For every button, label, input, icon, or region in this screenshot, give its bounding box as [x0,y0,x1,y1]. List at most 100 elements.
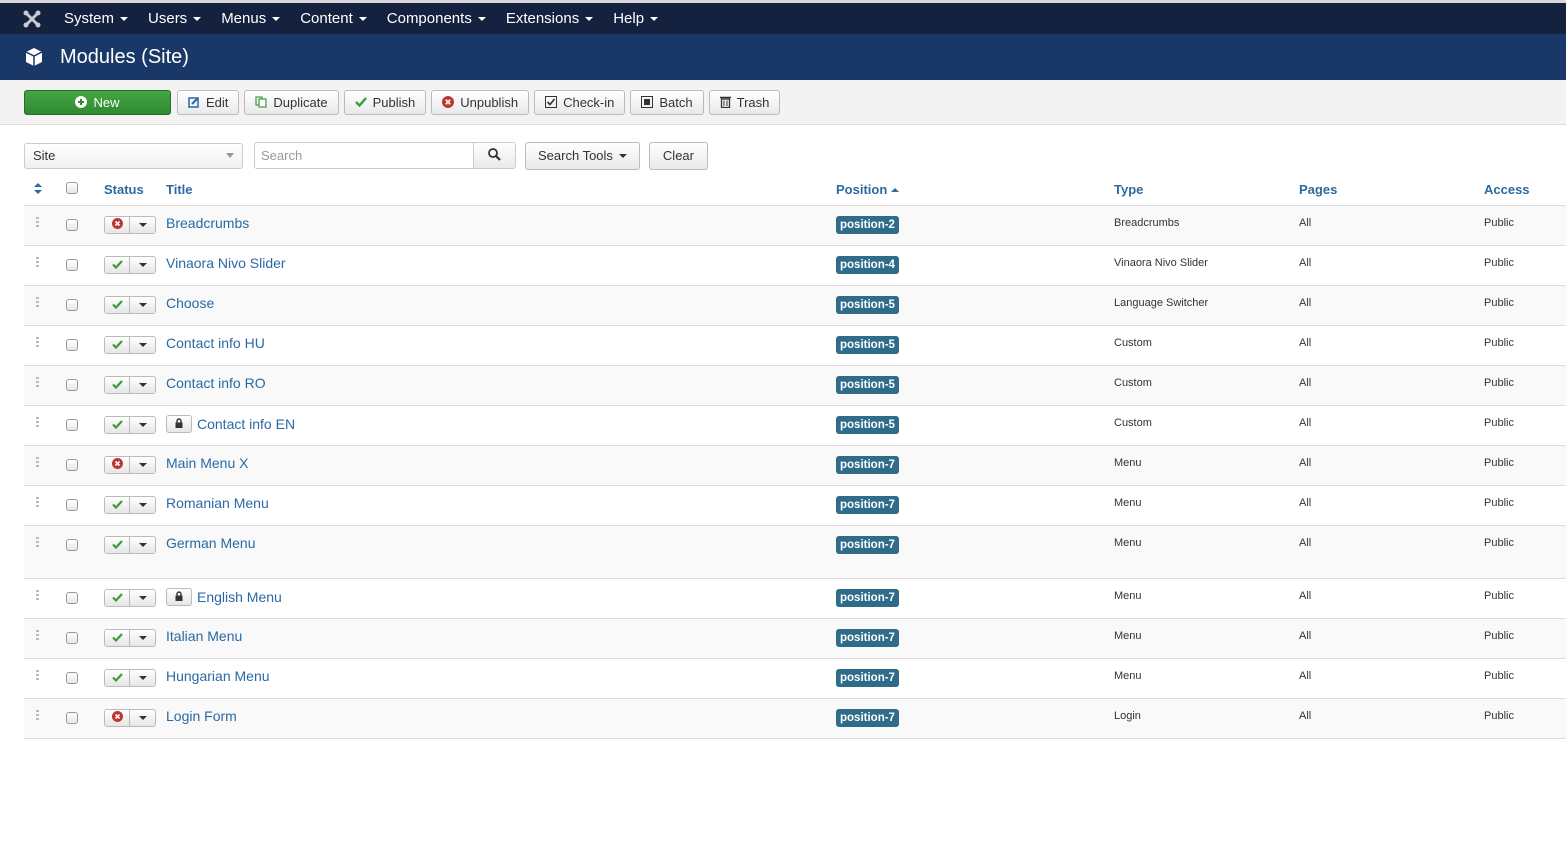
nav-menu-menus[interactable]: Menus [221,10,281,27]
duplicate-button[interactable]: Duplicate [244,89,339,115]
status-dropdown-button[interactable] [130,376,155,393]
position-header[interactable]: Position [836,175,1114,206]
status-toggle-button[interactable] [105,376,130,393]
status-dropdown-button[interactable] [130,416,155,433]
status-dropdown-button[interactable] [130,536,155,553]
position-badge[interactable]: position-7 [836,455,899,474]
row-checkbox[interactable] [66,418,78,431]
drag-handle[interactable] [24,246,66,267]
position-badge[interactable]: position-5 [836,415,899,434]
nav-menu-system[interactable]: System [64,10,129,27]
module-title-link[interactable]: German Menu [166,535,255,551]
unpublish-button[interactable]: Unpublish [431,89,530,115]
module-title-link[interactable]: Contact info HU [166,335,265,351]
nav-menu-users[interactable]: Users [148,10,202,27]
drag-handle[interactable] [24,366,66,387]
checked-out-lock-button[interactable] [166,414,192,433]
module-title-link[interactable]: English Menu [197,589,282,605]
position-badge[interactable]: position-4 [836,255,899,274]
row-checkbox[interactable] [66,258,78,271]
position-badge[interactable]: position-7 [836,535,899,554]
module-title-link[interactable]: Hungarian Menu [166,668,270,684]
nav-menu-components[interactable]: Components [387,10,486,27]
joomla-logo-icon[interactable] [22,9,42,29]
ordering-header[interactable] [24,175,66,206]
row-checkbox[interactable] [66,711,78,724]
pages-header[interactable]: Pages [1299,175,1484,206]
edit-button[interactable]: Edit [177,89,240,115]
status-toggle-button[interactable] [105,336,130,353]
module-title-link[interactable]: Login Form [166,708,237,724]
status-toggle-button[interactable] [105,456,130,473]
publish-button[interactable]: Publish [343,89,427,115]
position-badge[interactable]: position-5 [836,295,899,314]
drag-handle[interactable] [24,579,66,600]
row-checkbox[interactable] [66,538,78,551]
type-header[interactable]: Type [1114,175,1299,206]
nav-menu-extensions[interactable]: Extensions [506,10,594,27]
module-title-link[interactable]: Main Menu X [166,455,248,471]
drag-handle[interactable] [24,486,66,507]
module-title-link[interactable]: Choose [166,295,214,311]
position-badge[interactable]: position-5 [836,335,899,354]
position-badge[interactable]: position-7 [836,495,899,514]
row-checkbox[interactable] [66,378,78,391]
status-toggle-button[interactable] [105,629,130,646]
status-dropdown-button[interactable] [130,669,155,686]
row-checkbox[interactable] [66,218,78,231]
status-dropdown-button[interactable] [130,589,155,606]
status-toggle-button[interactable] [105,709,130,726]
batch-button[interactable]: Batch [630,89,704,115]
title-header[interactable]: Title [166,175,836,206]
trash-button[interactable]: Trash [708,89,781,115]
status-dropdown-button[interactable] [130,629,155,646]
status-dropdown-button[interactable] [130,216,155,233]
status-toggle-button[interactable] [105,536,130,553]
module-title-link[interactable]: Italian Menu [166,628,242,644]
new-button[interactable]: New [24,89,171,115]
search-button[interactable] [474,142,516,169]
status-dropdown-button[interactable] [130,456,155,473]
module-title-link[interactable]: Contact info RO [166,375,266,391]
select-all-checkbox[interactable] [66,182,78,195]
position-badge[interactable]: position-5 [836,375,899,394]
module-title-link[interactable]: Breadcrumbs [166,215,249,231]
status-dropdown-button[interactable] [130,496,155,513]
drag-handle[interactable] [24,206,66,227]
row-checkbox[interactable] [66,591,78,604]
drag-handle[interactable] [24,326,66,347]
status-dropdown-button[interactable] [130,336,155,353]
row-checkbox[interactable] [66,338,78,351]
position-badge[interactable]: position-7 [836,668,899,687]
module-title-link[interactable]: Contact info EN [197,416,295,432]
search-input[interactable] [254,142,474,169]
status-toggle-button[interactable] [105,589,130,606]
status-header[interactable]: Status [97,175,166,206]
position-badge[interactable]: position-2 [836,215,899,234]
status-dropdown-button[interactable] [130,256,155,273]
drag-handle[interactable] [24,286,66,307]
row-checkbox[interactable] [66,498,78,511]
status-dropdown-button[interactable] [130,296,155,313]
checked-out-lock-button[interactable] [166,587,192,606]
search-tools-button[interactable]: Search Tools [525,141,640,170]
drag-handle[interactable] [24,406,66,427]
drag-handle[interactable] [24,446,66,467]
nav-menu-help[interactable]: Help [613,10,659,27]
drag-handle[interactable] [24,699,66,720]
status-toggle-button[interactable] [105,256,130,273]
row-checkbox[interactable] [66,298,78,311]
status-toggle-button[interactable] [105,296,130,313]
row-checkbox[interactable] [66,631,78,644]
status-toggle-button[interactable] [105,496,130,513]
row-checkbox[interactable] [66,458,78,471]
drag-handle[interactable] [24,526,66,547]
status-toggle-button[interactable] [105,669,130,686]
checkin-button[interactable]: Check-in [534,89,626,115]
drag-handle[interactable] [24,619,66,640]
module-title-link[interactable]: Romanian Menu [166,495,269,511]
nav-menu-content[interactable]: Content [300,10,367,27]
module-title-link[interactable]: Vinaora Nivo Slider [166,255,286,271]
clear-button[interactable]: Clear [648,141,708,170]
row-checkbox[interactable] [66,671,78,684]
